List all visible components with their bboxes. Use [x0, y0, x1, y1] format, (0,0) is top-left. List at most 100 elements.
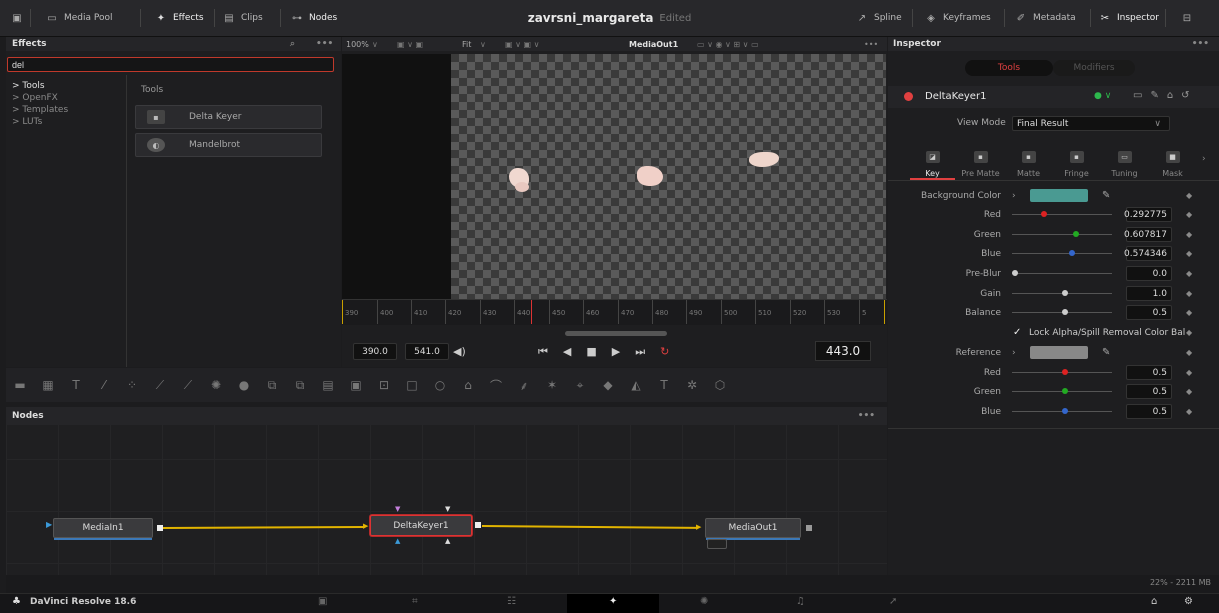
inspector-button[interactable]: ✂ Inspector — [1098, 0, 1159, 36]
effects-search-input[interactable] — [7, 57, 334, 72]
more-options-icon[interactable]: ••• — [864, 40, 878, 49]
keyframe-icon[interactable]: ◆ — [1186, 328, 1192, 337]
bspline-mask-icon[interactable]: ⌒ — [482, 377, 510, 394]
slider-handle[interactable] — [1062, 388, 1068, 394]
go-to-end-icon[interactable]: ⏭ — [635, 345, 645, 359]
playhead[interactable] — [531, 300, 532, 324]
node-color-icon[interactable]: ● ∨ — [1094, 91, 1111, 101]
tab-tools[interactable]: Tools — [965, 60, 1053, 76]
paint-tool-icon[interactable]: ▦ — [34, 378, 62, 392]
camera3d-tool-icon[interactable]: ◭ — [622, 378, 650, 392]
channel-tool-icon[interactable]: ▤ — [314, 378, 342, 392]
reference-color-swatch[interactable] — [1030, 346, 1088, 359]
reference-red-value-field[interactable]: 0.5 — [1126, 365, 1172, 380]
effects-button[interactable]: ✦ Effects — [154, 0, 204, 36]
slider-handle[interactable] — [1012, 270, 1018, 276]
tab-matte[interactable]: ▪ Matte — [1006, 142, 1051, 178]
text3d-tool-icon[interactable]: T — [650, 378, 678, 392]
shape3d-tool-icon[interactable]: ◆ — [594, 378, 622, 392]
view-mode-select[interactable]: Final Result ∨ — [1012, 116, 1170, 131]
slider-handle[interactable] — [1062, 309, 1068, 315]
keyframe-icon[interactable]: ◆ — [1186, 387, 1192, 396]
node-mediaout1[interactable]: MediaOut1 — [705, 518, 801, 540]
red-value-field[interactable]: 0.292775 — [1124, 207, 1172, 222]
garbage-matte-input-icon[interactable]: ▼ — [445, 505, 450, 513]
blue-slider[interactable] — [1012, 250, 1112, 256]
green-value-field[interactable]: 0.607817 — [1124, 227, 1172, 242]
media-page-icon[interactable]: ▣ — [318, 596, 327, 607]
fairlight-page-icon[interactable]: ♫ — [796, 596, 805, 607]
channel-icon[interactable]: ▣ ∨ ▣ — [397, 40, 423, 49]
particles-tool-icon[interactable]: ⁘ — [118, 378, 146, 392]
tab-tuning[interactable]: ▭ Tuning — [1102, 142, 1147, 178]
keyframe-icon[interactable]: ◆ — [1186, 230, 1192, 239]
viewer-indicator-icon[interactable] — [707, 539, 727, 549]
media-pool-button[interactable]: ▭ Media Pool — [45, 0, 112, 36]
keyframe-icon[interactable]: ◆ — [1186, 407, 1192, 416]
tree-item-templates[interactable]: > Templates — [12, 104, 68, 116]
node-output-port[interactable] — [806, 525, 812, 531]
loop-icon[interactable]: ↻ — [660, 345, 669, 358]
reference-red-slider[interactable] — [1012, 369, 1112, 375]
brush-tool-icon[interactable]: ⁄ — [90, 378, 118, 392]
out-point-field[interactable]: 541.0 — [405, 343, 449, 360]
tree-item-luts[interactable]: > LUTs — [12, 116, 68, 128]
blur-tool-icon[interactable]: ⟋ — [146, 378, 174, 393]
tree-item-tools[interactable]: > Tools — [12, 80, 68, 92]
search-icon[interactable]: ⌕ — [290, 39, 295, 49]
particle-emitter-icon[interactable]: ✶ — [538, 378, 566, 392]
keyframe-icon[interactable]: ◆ — [1186, 249, 1192, 258]
transform-tool-icon[interactable]: ⊡ — [370, 378, 398, 392]
chevron-right-icon[interactable]: › — [1202, 154, 1206, 164]
panel-toggle-button[interactable]: ▣ — [10, 0, 24, 36]
keyframe-icon[interactable]: ◆ — [1186, 210, 1192, 219]
solid-matte-input-icon[interactable]: ▲ — [445, 537, 450, 545]
deliver-page-icon[interactable]: ➚ — [889, 596, 897, 607]
background-tool-icon[interactable]: ▬ — [6, 378, 34, 392]
light-tool-icon[interactable]: ✲ — [678, 378, 706, 392]
effect-mask-input-icon[interactable]: ▲ — [395, 537, 400, 545]
paint-stroke-icon[interactable]: ⸙ — [510, 377, 538, 394]
tree-item-openfx[interactable]: > OpenFX — [12, 92, 68, 104]
renderer3d-tool-icon[interactable]: ⬡ — [706, 378, 734, 392]
eyedropper-icon[interactable]: ✎ — [1102, 347, 1110, 358]
keyframe-icon[interactable]: ◆ — [1186, 269, 1192, 278]
checkbox-checked-icon[interactable]: ✓ — [1013, 327, 1021, 338]
timeline-ruler[interactable]: 390 400 410 420 430 440 450 460 470 480 … — [342, 299, 887, 325]
keyframes-button[interactable]: ◈ Keyframes — [924, 0, 991, 36]
red-slider[interactable] — [1012, 211, 1112, 217]
go-to-start-icon[interactable]: ⏮ — [538, 345, 548, 359]
merge3d-tool-icon[interactable]: ⧉ — [286, 378, 314, 393]
color-tool-icon[interactable]: ● — [230, 378, 258, 392]
reference-blue-slider[interactable] — [1012, 408, 1112, 414]
slider-handle[interactable] — [1062, 408, 1068, 414]
tool-item-delta-keyer[interactable]: ▪ Delta Keyer — [135, 105, 322, 129]
balance-value-field[interactable]: 0.5 — [1126, 305, 1172, 320]
edit-page-icon[interactable]: ☷ — [507, 596, 516, 607]
timeline-scrollbar[interactable] — [565, 331, 667, 336]
tab-modifiers[interactable]: Modifiers — [1053, 60, 1135, 76]
home-icon[interactable]: ⌂ — [1151, 596, 1157, 607]
balance-slider[interactable] — [1012, 309, 1112, 315]
slider-handle[interactable] — [1041, 211, 1047, 217]
pre-blur-slider[interactable] — [1012, 270, 1112, 276]
nodes-button[interactable]: ⊶ Nodes — [290, 0, 337, 36]
slider-handle[interactable] — [1062, 290, 1068, 296]
settings-gear-icon[interactable]: ⚙ — [1184, 596, 1193, 607]
tab-fringe[interactable]: ▪ Fringe — [1054, 142, 1099, 178]
loader-tool-icon[interactable]: ▣ — [342, 378, 370, 392]
node-output-port[interactable] — [475, 522, 481, 528]
cut-page-icon[interactable]: ⌗ — [412, 596, 418, 607]
more-options-icon[interactable]: ••• — [1192, 39, 1209, 49]
chevron-right-icon[interactable]: › — [1012, 191, 1016, 201]
reference-green-value-field[interactable]: 0.5 — [1126, 384, 1172, 399]
chevron-right-icon[interactable]: › — [1012, 348, 1016, 358]
tab-mask[interactable]: ■ Mask — [1150, 142, 1195, 178]
merge-tool-icon[interactable]: ⧉ — [258, 378, 286, 393]
text-tool-icon[interactable]: T — [62, 378, 90, 392]
sharpen-tool-icon[interactable]: ⟋ — [174, 378, 202, 393]
keyframe-icon[interactable]: ◆ — [1186, 368, 1192, 377]
audio-icon[interactable]: ◀) — [453, 343, 466, 360]
reference-green-slider[interactable] — [1012, 388, 1112, 394]
keyframe-icon[interactable]: ◆ — [1186, 348, 1192, 357]
